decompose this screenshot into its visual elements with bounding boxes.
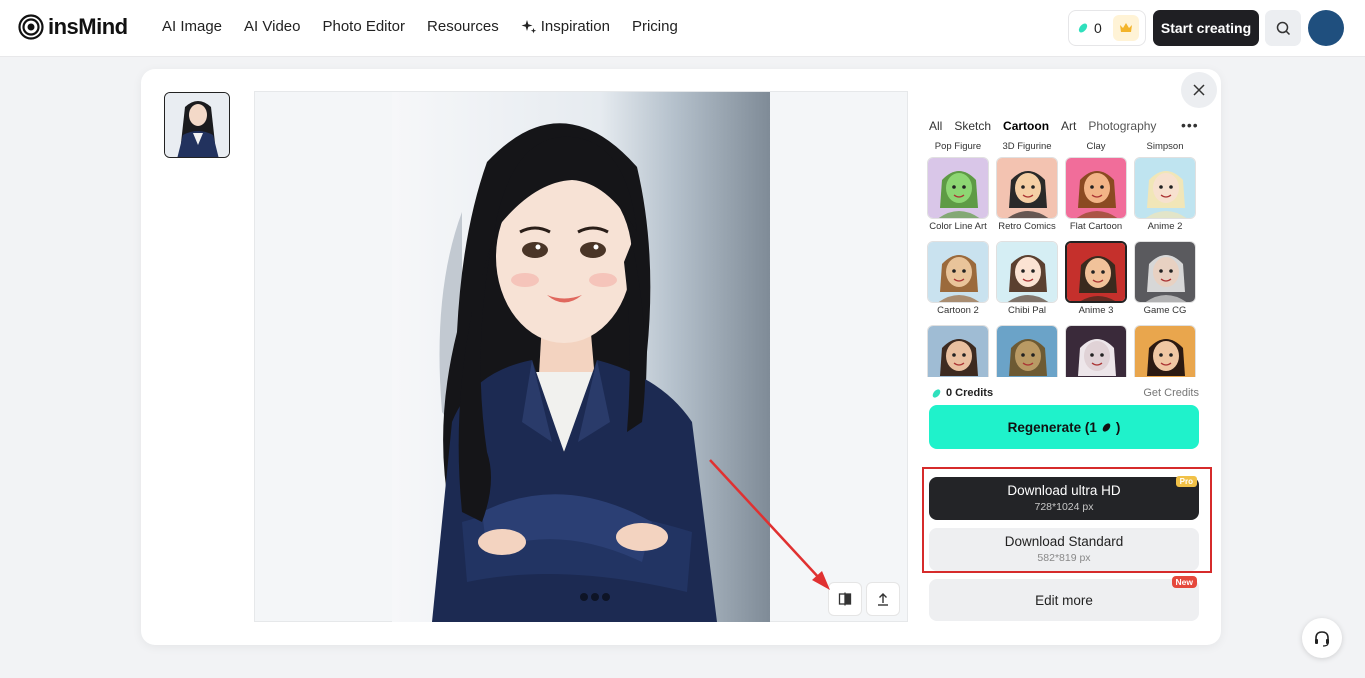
more-tabs-icon[interactable]: ••• [1181, 117, 1199, 133]
download-ultra-hd-button[interactable]: Download ultra HD 728*1024 px Pro [929, 476, 1199, 520]
style-thumbnail [927, 241, 989, 303]
new-badge: New [1171, 576, 1197, 588]
logo-icon [18, 14, 44, 40]
style-thumbnail [1065, 241, 1127, 303]
credits-label: 0 Credits [946, 387, 994, 399]
get-credits-link[interactable]: Get Credits [1143, 387, 1199, 399]
close-icon [1193, 84, 1205, 96]
style-thumbnail [927, 157, 989, 219]
headset-icon [1315, 631, 1329, 647]
style-card-label: Game CG [1143, 305, 1187, 316]
style-label-pop-figure: Pop Figure [934, 141, 982, 152]
upload-icon [878, 593, 888, 606]
download-std-label: Download Standard [1004, 534, 1124, 549]
nav-links: AI Image AI Video Photo Editor Resources… [162, 18, 678, 35]
style-card[interactable] [996, 325, 1058, 377]
style-card[interactable]: Color Line Art [927, 157, 989, 241]
edit-more-button[interactable]: Edit more New [929, 576, 1199, 621]
tab-sketch[interactable]: Sketch [954, 119, 991, 133]
style-grid: Color Line Art Retro Comics Flat Cartoon An… [927, 157, 1203, 377]
style-card[interactable]: Game CG [1134, 241, 1196, 325]
sparkle-icon [521, 19, 536, 33]
credit-icon [1102, 422, 1111, 432]
preview-canvas [254, 91, 908, 622]
download-hd-size: 728*1024 px [1034, 501, 1094, 513]
style-card[interactable]: Anime 3 [1065, 241, 1127, 325]
compare-icon [838, 592, 852, 606]
credit-balance[interactable]: 0 [1068, 10, 1146, 46]
style-list: Pop Figure 3D Figurine Clay Simpson Colo… [927, 141, 1203, 377]
pro-badge: Pro [1175, 476, 1197, 487]
close-modal-button[interactable] [1181, 72, 1217, 108]
brand-logo[interactable]: insMind [18, 14, 128, 40]
style-card[interactable] [1134, 325, 1196, 377]
style-label-simpson: Simpson [1146, 141, 1184, 152]
credit-icon [1078, 23, 1088, 33]
tab-all[interactable]: All [929, 119, 942, 133]
download-hd-label: Download ultra HD [1007, 483, 1121, 498]
tab-cartoon[interactable]: Cartoon [1003, 119, 1049, 133]
style-thumbnail [996, 157, 1058, 219]
style-thumbnail [1065, 325, 1127, 377]
download-std-size: 582*819 px [1037, 552, 1091, 564]
style-card-label: Anime 2 [1147, 221, 1183, 232]
style-card-label: Retro Comics [998, 221, 1056, 232]
start-creating-button[interactable]: Start creating [1153, 10, 1259, 46]
style-card-label: Cartoon 2 [937, 305, 979, 316]
nav-pricing[interactable]: Pricing [632, 18, 678, 35]
support-chat-button[interactable] [1302, 618, 1342, 658]
style-card[interactable] [1065, 325, 1127, 377]
tab-photography[interactable]: Photography [1088, 119, 1156, 133]
style-card-label: Flat Cartoon [1069, 221, 1123, 232]
crown-icon [1112, 15, 1139, 41]
style-label-3d-figurine: 3D Figurine [1002, 141, 1052, 152]
style-card[interactable]: Cartoon 2 [927, 241, 989, 325]
style-card-label: Anime 3 [1078, 305, 1114, 316]
style-thumbnail [1065, 157, 1127, 219]
credits-row: 0 Credits Get Credits [931, 387, 1199, 399]
style-card-label: Chibi Pal [1007, 305, 1047, 316]
share-button[interactable] [866, 582, 900, 616]
style-label-clay: Clay [1086, 141, 1106, 152]
generated-portrait [392, 92, 770, 622]
nav-ai-video[interactable]: AI Video [244, 18, 300, 35]
compare-button[interactable] [828, 582, 862, 616]
tab-art[interactable]: Art [1061, 119, 1076, 133]
nav-ai-image[interactable]: AI Image [162, 18, 222, 35]
regenerate-label: Regenerate (1 [1007, 419, 1097, 435]
top-navbar: insMind AI Image AI Video Photo Editor R… [0, 0, 1365, 57]
result-modal: All Sketch Cartoon Art Photography ••• P… [141, 69, 1221, 645]
nav-resources[interactable]: Resources [427, 18, 499, 35]
style-row-labels: Pop Figure 3D Figurine Clay Simpson [927, 141, 1203, 157]
style-thumbnail [996, 325, 1058, 377]
credit-count: 0 [1094, 20, 1102, 36]
style-thumbnail [927, 325, 989, 377]
thumbnail-image [165, 93, 229, 157]
user-avatar[interactable] [1308, 10, 1344, 46]
style-thumbnail [1134, 157, 1196, 219]
credits-balance: 0 Credits [931, 387, 993, 399]
style-card[interactable]: Anime 2 [1134, 157, 1196, 241]
search-icon [1276, 21, 1290, 35]
style-category-tabs: All Sketch Cartoon Art Photography [929, 119, 1156, 133]
edit-more-label: Edit more [1035, 592, 1093, 608]
search-button[interactable] [1265, 10, 1301, 46]
nav-inspiration[interactable]: Inspiration [521, 18, 610, 35]
style-card[interactable]: Chibi Pal [996, 241, 1058, 325]
style-card[interactable]: Flat Cartoon [1065, 157, 1127, 241]
nav-inspiration-label: Inspiration [540, 18, 610, 35]
regenerate-suffix: ) [1115, 419, 1121, 435]
source-thumbnail[interactable] [164, 92, 230, 158]
style-card[interactable] [927, 325, 989, 377]
nav-photo-editor[interactable]: Photo Editor [322, 18, 405, 35]
credit-icon [932, 388, 941, 398]
style-card[interactable]: Retro Comics [996, 157, 1058, 241]
style-card-label: Color Line Art [929, 221, 987, 232]
regenerate-button[interactable]: Regenerate (1 ) [929, 405, 1199, 449]
brand-name: insMind [48, 14, 128, 39]
style-thumbnail [1134, 241, 1196, 303]
style-thumbnail [1134, 325, 1196, 377]
style-thumbnail [996, 241, 1058, 303]
download-standard-button[interactable]: Download Standard 582*819 px [929, 528, 1199, 571]
